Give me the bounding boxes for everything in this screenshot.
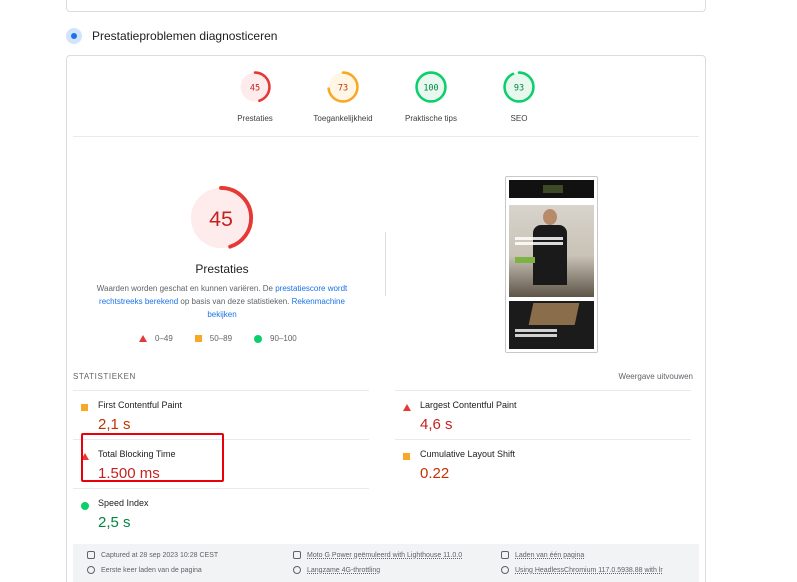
orange-square-icon [194, 335, 202, 342]
thumb-header [509, 180, 594, 198]
metric-cls: Cumulative Layout Shift 0.22 [395, 439, 691, 488]
green-circle-icon [254, 334, 263, 343]
previous-card-edge [66, 0, 706, 12]
device-info[interactable]: Moto G Power geëmuleerd with Lighthouse … [293, 551, 462, 559]
legend-pass: 90–100 [254, 334, 297, 343]
gauge-performance[interactable]: 45 Prestaties [219, 70, 291, 123]
gauge-label: Prestaties [237, 114, 273, 123]
device-icon [293, 551, 301, 559]
stats-heading: STATISTIEKEN [73, 372, 136, 381]
expand-view-toggle[interactable]: Weergave uitvouwen [618, 372, 693, 381]
category-gauges: 45 Prestaties 73 Toegankelijkheid 100 Pr… [67, 70, 707, 123]
browser-info[interactable]: Using HeadlessChromium 117.0.5938.88 wit… [501, 566, 663, 574]
wifi-icon [293, 566, 301, 574]
report-card: 45 Prestaties 73 Toegankelijkheid 100 Pr… [66, 55, 706, 582]
metric-value: 0.22 [420, 465, 450, 482]
timer-icon [87, 566, 95, 574]
gauge-label: Toegankelijkheid [313, 114, 373, 123]
gauge-label: SEO [510, 114, 528, 123]
legend-fail: 0–49 [139, 334, 173, 343]
single-load-info[interactable]: Laden van één pagina [501, 551, 584, 559]
page-screenshot-thumbnail[interactable] [505, 176, 598, 353]
highlight-box [81, 433, 224, 482]
section-title: Prestatieproblemen diagnosticeren [92, 29, 278, 43]
svg-text:45: 45 [250, 83, 260, 93]
divider-vertical [385, 232, 386, 296]
gauge-ring-icon: 73 [327, 71, 359, 103]
runtime-settings: Captured at 28 sep 2023 10:28 CEST Moto … [73, 544, 699, 582]
metric-value: 2,5 s [98, 514, 131, 531]
svg-text:73: 73 [338, 83, 348, 93]
metric-name: Cumulative Layout Shift [420, 449, 516, 459]
red-triangle-icon [403, 404, 411, 411]
thumb-hero [509, 205, 594, 297]
metric-speed-index: Speed Index 2,5 s [73, 488, 369, 537]
performance-gauge: 45 [188, 185, 254, 251]
first-load-info: Eerste keer laden van de pagina [87, 566, 202, 574]
gauge-best-practices[interactable]: 100 Praktische tips [395, 70, 467, 123]
metric-name: Speed Index [98, 498, 149, 508]
desc-text: op basis van deze statistieken. [178, 297, 292, 306]
divider [73, 136, 699, 137]
captured-info: Captured at 28 sep 2023 10:28 CEST [87, 551, 218, 559]
legend-label: 90–100 [270, 334, 297, 343]
metric-value: 2,1 s [98, 416, 131, 433]
gauge-ring-icon: 93 [503, 71, 535, 103]
metric-name: First Contentful Paint [98, 400, 183, 410]
svg-text:93: 93 [514, 83, 524, 93]
calendar-icon [87, 551, 95, 559]
gauge-ring-icon: 100 [415, 71, 447, 103]
green-circle-icon [81, 502, 89, 510]
svg-text:100: 100 [423, 83, 438, 93]
legend-label: 50–89 [209, 334, 233, 343]
metric-name: Largest Contentful Paint [420, 400, 517, 410]
gauge-accessibility[interactable]: 73 Toegankelijkheid [307, 70, 379, 123]
metric-fcp: First Contentful Paint 2,1 s [73, 390, 369, 439]
user-icon [501, 551, 509, 559]
gauge-seo[interactable]: 93 SEO [483, 70, 555, 123]
lighthouse-icon [66, 28, 82, 44]
gauge-label: Praktische tips [404, 114, 458, 123]
performance-label: Prestaties [195, 262, 249, 276]
orange-square-icon [403, 453, 410, 460]
legend-average: 50–89 [194, 334, 233, 343]
orange-square-icon [81, 404, 88, 411]
gauge-ring-icon: 45 [239, 71, 271, 103]
svg-text:45: 45 [209, 207, 233, 231]
score-legend: 0–49 50–89 90–100 [139, 334, 297, 343]
legend-label: 0–49 [155, 334, 173, 343]
throttling-info[interactable]: Langzame 4G-throttling [293, 566, 380, 574]
metric-lcp: Largest Contentful Paint 4,6 s [395, 390, 691, 439]
section-header: Prestatieproblemen diagnosticeren [66, 26, 277, 46]
desc-text: Waarden worden geschat en kunnen variëre… [96, 284, 276, 293]
metric-value: 4,6 s [420, 416, 453, 433]
chrome-icon [501, 566, 509, 574]
performance-description: Waarden worden geschat en kunnen variëre… [87, 282, 357, 321]
red-triangle-icon [139, 335, 147, 342]
thumb-section [509, 301, 594, 349]
